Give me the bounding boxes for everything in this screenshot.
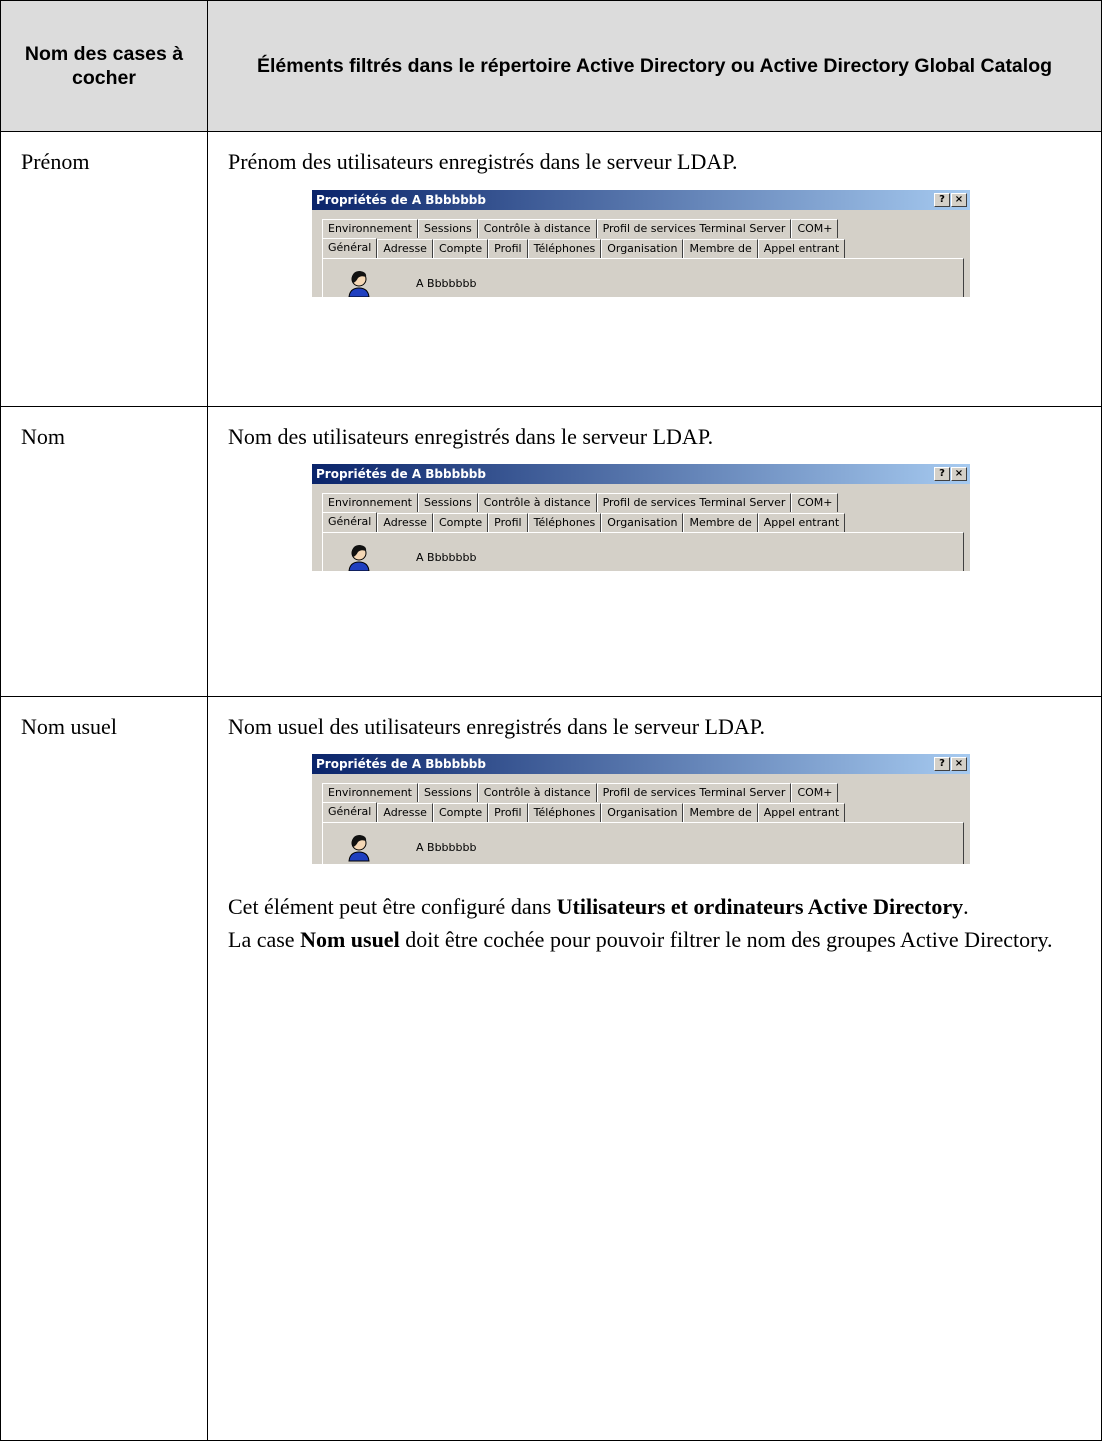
tab-general[interactable]: Général — [322, 802, 378, 823]
dialog-titlebar: Propriétés de A Bbbbbbb ? × — [312, 754, 970, 774]
help-button[interactable]: ? — [934, 193, 950, 207]
row-nom-description: Nom des utilisateurs enregistrés dans le… — [228, 424, 714, 449]
tab-organisation[interactable]: Organisation — [601, 803, 684, 822]
header-filtered-elements-label: Éléments filtrés dans le répertoire Acti… — [256, 55, 1053, 77]
tab-telephones[interactable]: Téléphones — [527, 239, 602, 258]
tab-row-1: Environnement Sessions Contrôle à distan… — [322, 783, 839, 802]
note-checkbox-text: La case — [228, 927, 301, 952]
tab-terminal-server[interactable]: Profil de services Terminal Server — [596, 219, 792, 238]
tab-environnement[interactable]: Environnement — [322, 219, 418, 238]
user-display-name: A Bbbbbbb — [416, 551, 477, 564]
tab-environnement[interactable]: Environnement — [322, 493, 418, 512]
tab-sessions[interactable]: Sessions — [417, 219, 478, 238]
tab-adresse[interactable]: Adresse — [377, 239, 433, 258]
tab-membre-de[interactable]: Membre de — [683, 239, 758, 258]
tab-com-plus[interactable]: COM+ — [791, 219, 839, 238]
tab-terminal-server[interactable]: Profil de services Terminal Server — [596, 493, 792, 512]
row-prenom-name-cell: Prénom — [0, 131, 208, 407]
tab-adresse[interactable]: Adresse — [377, 803, 433, 822]
tab-row-2: Général Adresse Compte Profil Téléphones… — [322, 238, 846, 259]
row-nom-usuel-name-cell: Nom usuel — [0, 696, 208, 1441]
tab-controle-distance[interactable]: Contrôle à distance — [477, 493, 597, 512]
row-prenom-name: Prénom — [21, 149, 90, 174]
tab-compte[interactable]: Compte — [432, 803, 489, 822]
close-button[interactable]: × — [951, 467, 967, 481]
help-button[interactable]: ? — [934, 467, 950, 481]
note-checkbox: La case Nom usuel doit être cochée pour … — [208, 923, 1101, 956]
user-icon — [348, 545, 370, 571]
user-display-name: A Bbbbbbb — [416, 841, 477, 854]
tab-organisation[interactable]: Organisation — [601, 513, 684, 532]
tab-general[interactable]: Général — [322, 238, 378, 259]
row-nom-desc-cell: Nom des utilisateurs enregistrés dans le… — [207, 406, 1102, 697]
header-filtered-elements: Éléments filtrés dans le répertoire Acti… — [207, 0, 1102, 132]
tab-row-1: Environnement Sessions Contrôle à distan… — [322, 493, 839, 512]
tab-appel-entrant[interactable]: Appel entrant — [757, 239, 846, 258]
user-icon — [348, 835, 370, 862]
tab-appel-entrant[interactable]: Appel entrant — [757, 803, 846, 822]
dialog-title: Propriétés de A Bbbbbbb — [316, 757, 486, 771]
dialog-title: Propriétés de A Bbbbbbb — [316, 193, 486, 207]
tab-membre-de[interactable]: Membre de — [683, 803, 758, 822]
tab-telephones[interactable]: Téléphones — [527, 513, 602, 532]
tab-row-2: Général Adresse Compte Profil Téléphones… — [322, 802, 846, 823]
tab-membre-de[interactable]: Membre de — [683, 513, 758, 532]
properties-dialog: Propriétés de A Bbbbbbb ? × Environnemen… — [312, 190, 970, 297]
row-nom-usuel-desc-cell: Nom usuel des utilisateurs enregistrés d… — [207, 696, 1102, 1441]
tab-sessions[interactable]: Sessions — [417, 493, 478, 512]
tab-row-2: Général Adresse Compte Profil Téléphones… — [322, 512, 846, 533]
tab-controle-distance[interactable]: Contrôle à distance — [477, 783, 597, 802]
tab-terminal-server[interactable]: Profil de services Terminal Server — [596, 783, 792, 802]
note-checkbox-bold: Nom usuel — [300, 927, 400, 952]
tab-compte[interactable]: Compte — [432, 239, 489, 258]
note-configuration-text: Cet élément peut être configuré dans — [228, 894, 557, 919]
row-prenom-description: Prénom des utilisateurs enregistrés dans… — [228, 149, 738, 174]
tab-com-plus[interactable]: COM+ — [791, 493, 839, 512]
row-nom-usuel-description: Nom usuel des utilisateurs enregistrés d… — [228, 714, 766, 739]
dialog-titlebar: Propriétés de A Bbbbbbb ? × — [312, 190, 970, 210]
tab-general[interactable]: Général — [322, 512, 378, 533]
note-configuration: Cet élément peut être configuré dans Uti… — [208, 890, 1101, 923]
user-icon — [348, 271, 370, 297]
dialog-title: Propriétés de A Bbbbbbb — [316, 467, 486, 481]
tab-profil[interactable]: Profil — [488, 239, 528, 258]
row-nom-usuel-name: Nom usuel — [21, 714, 117, 739]
filter-table: Nom des cases à cocher Éléments filtrés … — [0, 0, 1102, 1441]
row-prenom-desc-cell: Prénom des utilisateurs enregistrés dans… — [207, 131, 1102, 407]
tab-environnement[interactable]: Environnement — [322, 783, 418, 802]
close-button[interactable]: × — [951, 193, 967, 207]
row-nom-name: Nom — [21, 424, 65, 449]
tab-row-1: Environnement Sessions Contrôle à distan… — [322, 219, 839, 238]
tab-organisation[interactable]: Organisation — [601, 239, 684, 258]
properties-dialog: Propriétés de A Bbbbbbb ? × Environnemen… — [312, 754, 970, 864]
tab-compte[interactable]: Compte — [432, 513, 489, 532]
user-display-name: A Bbbbbbb — [416, 277, 477, 290]
note-checkbox-end: doit être cochée pour pouvoir filtrer le… — [399, 927, 1053, 952]
tab-sessions[interactable]: Sessions — [417, 783, 478, 802]
note-configuration-end: . — [963, 894, 969, 919]
properties-dialog: Propriétés de A Bbbbbbb ? × Environnemen… — [312, 464, 970, 571]
note-configuration-bold: Utilisateurs et ordinateurs Active Direc… — [556, 894, 964, 919]
header-checkbox-names: Nom des cases à cocher — [0, 0, 208, 132]
row-nom-name-cell: Nom — [0, 406, 208, 697]
tab-adresse[interactable]: Adresse — [377, 513, 433, 532]
tab-profil[interactable]: Profil — [488, 513, 528, 532]
tab-profil[interactable]: Profil — [488, 803, 528, 822]
dialog-titlebar: Propriétés de A Bbbbbbb ? × — [312, 464, 970, 484]
tab-controle-distance[interactable]: Contrôle à distance — [477, 219, 597, 238]
header-checkbox-names-label: Nom des cases à cocher — [24, 43, 184, 89]
help-button[interactable]: ? — [934, 757, 950, 771]
close-button[interactable]: × — [951, 757, 967, 771]
tab-com-plus[interactable]: COM+ — [791, 783, 839, 802]
tab-telephones[interactable]: Téléphones — [527, 803, 602, 822]
tab-appel-entrant[interactable]: Appel entrant — [757, 513, 846, 532]
